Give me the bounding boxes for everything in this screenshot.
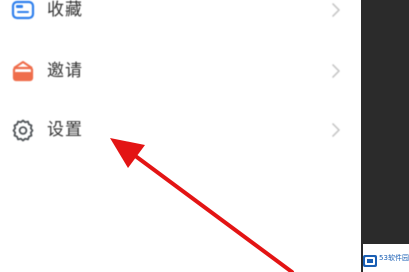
chevron-right-icon: [331, 2, 341, 18]
app-screen: 收藏 邀请 设置 53软件园: [0, 0, 409, 272]
menu-item-settings[interactable]: 设置: [0, 106, 361, 154]
gift-box-icon: [11, 59, 35, 83]
menu-item-label: 设置: [47, 120, 83, 140]
gear-icon: [11, 118, 35, 142]
menu-item-label: 邀请: [47, 61, 83, 81]
menu-item-invite[interactable]: 邀请: [0, 47, 361, 95]
side-menu-panel: 收藏 邀请 设置: [0, 0, 361, 272]
watermark-text: 53软件园: [379, 254, 409, 262]
watermark-badge: 53软件园: [363, 244, 409, 272]
menu-item-collect[interactable]: 收藏: [0, 0, 361, 34]
menu-item-label: 收藏: [47, 0, 83, 20]
background-overlay[interactable]: [361, 0, 409, 272]
chevron-right-icon: [331, 122, 341, 138]
chevron-right-icon: [331, 63, 341, 79]
folder-icon: [11, 0, 35, 22]
watermark-logo-icon: [363, 252, 378, 267]
